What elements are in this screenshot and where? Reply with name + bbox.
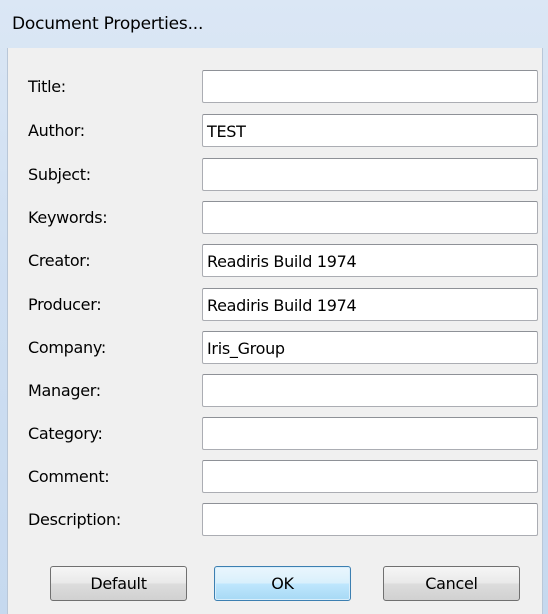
subject-field[interactable] [202,158,538,191]
category-label: Category: [28,424,103,443]
title-field[interactable] [202,70,538,103]
description-field[interactable] [202,503,538,536]
author-field[interactable]: TEST [202,114,538,147]
cancel-button[interactable]: Cancel [383,566,520,601]
category-field[interactable] [202,417,538,450]
comment-field[interactable] [202,460,538,493]
creator-label: Creator: [28,251,91,270]
keywords-label: Keywords: [28,208,108,227]
creator-field[interactable]: Readiris Build 1974 [202,244,538,277]
ok-button[interactable]: OK [214,566,351,601]
title-bar[interactable]: Document Properties... [0,0,548,48]
manager-field[interactable] [202,374,538,407]
subject-label: Subject: [28,165,91,184]
description-label: Description: [28,510,121,529]
document-properties-dialog: Document Properties... Title: Author: TE… [0,0,548,614]
manager-label: Manager: [28,381,101,400]
comment-label: Comment: [28,467,110,486]
producer-field[interactable]: Readiris Build 1974 [202,288,538,321]
default-button[interactable]: Default [50,566,187,601]
title-label: Title: [28,77,66,96]
keywords-field[interactable] [202,201,538,234]
producer-label: Producer: [28,295,102,314]
dialog-body: Title: Author: TEST Subject: Keywords: C… [7,48,543,614]
author-label: Author: [28,121,85,140]
dialog-title: Document Properties... [12,14,204,34]
company-field[interactable]: Iris_Group [202,331,538,364]
company-label: Company: [28,338,106,357]
